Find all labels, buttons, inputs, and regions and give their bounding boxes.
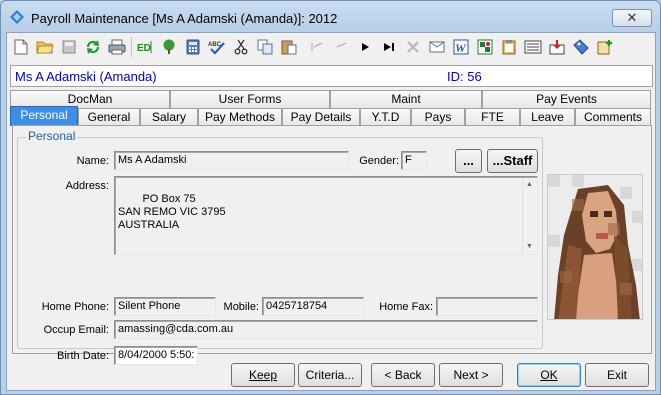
tab-user-forms[interactable]: User Forms [170,90,330,108]
tag-icon[interactable] [571,37,591,57]
title-bar: Payroll Maintenance [Ms A Adamski (Amand… [1,1,660,31]
client-area: ED ABC W Ms A Adamski (Amanda) ID: 56 Do… [6,32,656,391]
criteria-button[interactable]: Criteria... [298,363,362,387]
staff-button[interactable]: ...Staff [487,149,538,173]
next-button[interactable]: Next > [439,363,503,387]
payroll-maintenance-window: Payroll Maintenance [Ms A Adamski (Amand… [0,0,661,395]
employee-header: Ms A Adamski (Amanda) ID: 56 [10,65,653,87]
tab-maint[interactable]: Maint [330,90,482,108]
home-phone-label: Home Phone: [41,301,109,313]
exit-button[interactable]: Exit [585,363,649,387]
delete-icon[interactable] [403,37,423,57]
import-icon[interactable] [547,37,567,57]
previous-record-icon[interactable] [331,37,351,57]
tab-fte[interactable]: FTE [465,108,520,126]
email-icon[interactable] [427,37,447,57]
tab-general[interactable]: General [78,108,140,126]
first-record-icon[interactable] [307,37,327,57]
gender-label: Gender: [359,155,399,167]
keep-button-label: Keep [248,368,278,382]
window-title: Payroll Maintenance [Ms A Adamski (Amand… [31,11,338,26]
address-text: PO Box 75 SAN REMO VIC 3795 AUSTRALIA [118,193,226,231]
refresh-icon[interactable] [83,37,103,57]
tab-comments[interactable]: Comments [575,108,651,126]
tab-personal[interactable]: Personal [10,106,78,126]
employee-name-header: Ms A Adamski (Amanda) [15,69,157,84]
mobile-field[interactable]: 0425718754 [262,297,364,316]
button-bar: Keep Criteria... < Back Next > OK Exit [7,359,655,390]
copy-icon[interactable] [255,37,275,57]
employee-photo [547,174,643,320]
open-icon[interactable] [35,37,55,57]
address-label: Address: [65,180,109,192]
svg-text:ED: ED [137,43,151,54]
paste-icon[interactable] [279,37,299,57]
scroll-down-icon[interactable]: ▼ [523,240,536,253]
print-icon[interactable] [107,37,127,57]
save-icon[interactable] [59,37,79,57]
spellcheck-icon[interactable]: ABC [207,37,227,57]
home-phone-field[interactable]: Silent Phone [114,297,216,316]
tab-pay-events[interactable]: Pay Events [482,90,651,108]
calculator-icon[interactable] [183,37,203,57]
report-icon[interactable] [523,37,543,57]
word-icon[interactable]: W [451,37,471,57]
svg-text:W: W [455,41,467,55]
excel-icon[interactable] [475,37,495,57]
personal-group-title: Personal [26,129,78,143]
tree-icon[interactable] [159,37,179,57]
cut-icon[interactable] [231,37,251,57]
clipboard-icon[interactable] [499,37,519,57]
home-fax-label: Home Fax: [379,301,433,313]
address-field[interactable]: PO Box 75 SAN REMO VIC 3795 AUSTRALIA ▲ … [114,176,538,255]
name-label: Name: [76,155,109,167]
criteria-button-label: Criteria... [305,368,355,382]
employee-id: ID: 56 [447,69,482,84]
close-button[interactable]: ✕ [612,9,652,27]
ellipsis-button[interactable]: ... [455,149,482,173]
tab-row-top: DocMan User Forms Maint Pay Events [7,90,655,108]
tab-pay-methods[interactable]: Pay Methods [198,108,282,126]
keep-button[interactable]: Keep [231,363,295,387]
exit-button-label: Exit [606,368,627,382]
next-button-label: Next > [453,368,489,382]
scroll-up-icon[interactable]: ▲ [523,178,536,191]
back-button-label: < Back [384,368,422,382]
tab-leave[interactable]: Leave [520,108,575,126]
last-record-icon[interactable] [379,37,399,57]
tab-row-bottom: Personal General Salary Pay Methods Pay … [7,106,655,126]
app-diamond-icon [10,10,24,24]
ok-button[interactable]: OK [517,363,581,387]
occup-email-field[interactable]: amassing@cda.com.au [114,320,538,339]
tab-pays[interactable]: Pays [411,108,465,126]
personal-panel: Personal Name: Ms A Adamski Gender: F ..… [12,125,652,365]
ok-button-label: OK [540,368,558,382]
tab-ytd[interactable]: Y.T.D [360,108,411,126]
new-icon[interactable] [11,37,31,57]
home-fax-field[interactable] [436,297,538,316]
mobile-label: Mobile: [223,301,259,313]
address-scrollbar[interactable]: ▲ ▼ [522,178,536,253]
edit-icon[interactable]: ED [135,37,155,57]
toolbar: ED ABC W [7,33,655,61]
add-document-icon[interactable] [595,37,615,57]
gender-field[interactable]: F [401,151,427,170]
tab-salary[interactable]: Salary [140,108,198,126]
tab-pay-details[interactable]: Pay Details [282,108,360,126]
close-icon: ✕ [626,10,638,25]
name-field[interactable]: Ms A Adamski [114,151,349,170]
occup-email-label: Occup Email: [43,324,109,336]
back-button[interactable]: < Back [371,363,435,387]
next-record-icon[interactable] [355,37,375,57]
